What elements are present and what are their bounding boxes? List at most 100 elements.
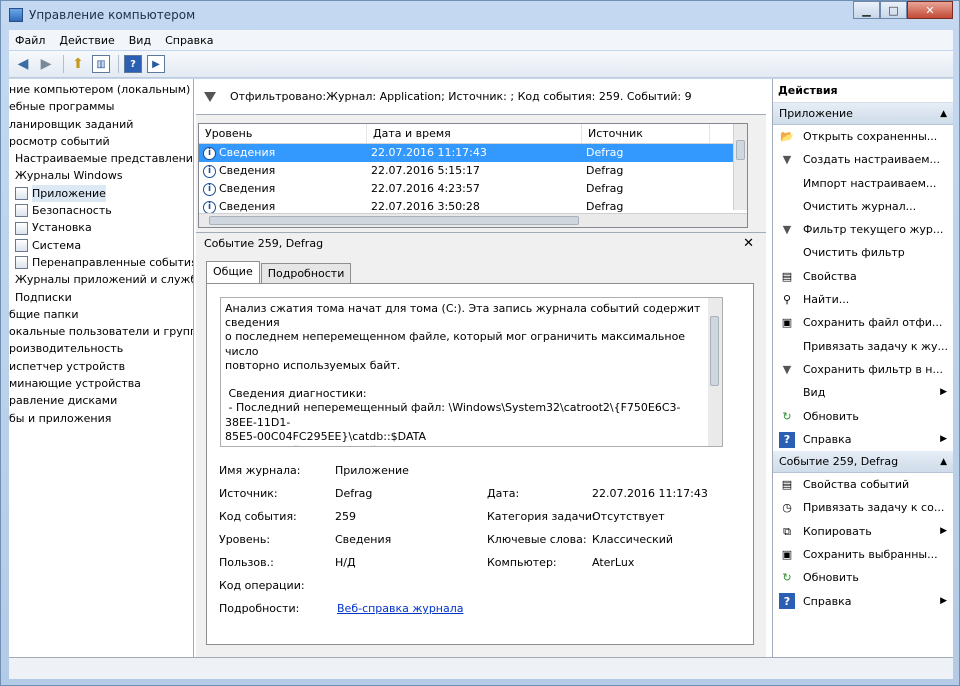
action-item[interactable]: ▼ Создать настраиваем... xyxy=(773,148,953,171)
menu-view[interactable]: Вид xyxy=(129,34,151,47)
action-item[interactable]: Вид ▶ xyxy=(773,381,953,404)
action-item[interactable]: ? Справка ▶ xyxy=(773,590,953,613)
column-source[interactable]: Источник xyxy=(582,124,710,143)
action-item[interactable]: ▤ Свойства xyxy=(773,265,953,288)
menu-file[interactable]: Файл xyxy=(15,34,45,47)
main-content: ние компьютером (локальным) ебные програм… xyxy=(9,79,953,657)
action-item[interactable]: ? Справка ▶ xyxy=(773,428,953,451)
blank-icon xyxy=(779,385,795,401)
toolbar: ◀ ▶ ⬆ ▥ ? ▶ xyxy=(9,51,953,78)
tree-node-label: Настраиваемые представления xyxy=(15,152,194,166)
collapse-icon: ▲ xyxy=(940,109,947,119)
up-folder-button[interactable]: ⬆ xyxy=(68,54,88,74)
scroll-thumb[interactable] xyxy=(209,216,579,225)
properties-icon: ▤ xyxy=(781,269,793,283)
action-item[interactable]: ◷ Привязать задачу к со... xyxy=(773,496,953,519)
collapse-icon: ▲ xyxy=(940,457,947,468)
tree-node[interactable]: Безопасность xyxy=(9,202,193,219)
section-title: Событие 259, Defrag xyxy=(779,455,899,469)
action-item[interactable]: ▼ Фильтр текущего жур... xyxy=(773,218,953,241)
tree-node[interactable]: ланировщик заданий xyxy=(9,116,193,133)
help-icon: ? xyxy=(779,593,795,610)
tree-node[interactable]: ебные программы xyxy=(9,98,193,115)
action-item[interactable]: ▤ Свойства событий xyxy=(773,473,953,496)
action-pane-button[interactable]: ▶ xyxy=(146,54,166,74)
menu-help[interactable]: Справка xyxy=(165,34,213,47)
event-message[interactable]: Анализ сжатия тома начат для тома (C:). … xyxy=(220,297,723,447)
action-item[interactable]: Импорт настраиваем... xyxy=(773,172,953,195)
online-help-link[interactable]: Веб-справка журнала xyxy=(337,602,464,618)
action-item[interactable]: 📂 Открыть сохраненны... xyxy=(773,125,953,148)
tree-node-label: Безопасность xyxy=(32,204,112,218)
tree-node[interactable]: бщие папки xyxy=(9,306,193,323)
menu-action[interactable]: Действие xyxy=(59,34,114,47)
action-item[interactable]: ▣ Сохранить файл отфи... xyxy=(773,311,953,334)
action-item[interactable]: Привязать задачу к жу... xyxy=(773,335,953,358)
tree-node[interactable]: Перенаправленные события xyxy=(9,254,193,271)
tab-details[interactable]: Подробности xyxy=(260,263,352,283)
action-label: Свойства xyxy=(803,269,857,283)
action-item[interactable]: Очистить фильтр xyxy=(773,241,953,264)
action-item[interactable]: ▣ Сохранить выбранны... xyxy=(773,543,953,566)
actions-section-application[interactable]: Приложение ▲ xyxy=(773,103,953,125)
tree-node[interactable]: равление дисками xyxy=(9,392,193,409)
tree-node-label: бы и приложения xyxy=(9,411,112,425)
tree-node[interactable]: росмотр событий xyxy=(9,133,193,150)
action-item[interactable]: ↻ Обновить xyxy=(773,566,953,589)
message-scrollbar[interactable] xyxy=(708,298,722,446)
tree-node[interactable]: Настраиваемые представления xyxy=(9,150,193,167)
tree-node-label: Система xyxy=(32,238,82,252)
table-row[interactable]: i Сведения 22.07.2016 5:15:17 Defrag xyxy=(199,162,747,180)
tree-node[interactable]: Подписки xyxy=(9,289,193,306)
tree-node-label: Приложение xyxy=(32,184,106,203)
tree-node[interactable]: Установка xyxy=(9,219,193,236)
action-item[interactable]: ⚲ Найти... xyxy=(773,288,953,311)
forward-button[interactable]: ▶ xyxy=(36,54,56,74)
level-text: Сведения xyxy=(219,164,276,177)
level-cell: i Сведения xyxy=(199,180,367,198)
events-list[interactable]: Уровень Дата и время Источник i Сведения 2… xyxy=(198,123,748,228)
tree-node[interactable]: ние компьютером (локальным) xyxy=(9,81,193,98)
tree-node[interactable]: минающие устройства xyxy=(9,375,193,392)
tab-general[interactable]: Общие xyxy=(206,261,260,283)
maximize-button[interactable]: □ xyxy=(880,1,907,19)
date-cell: 22.07.2016 11:17:43 xyxy=(371,146,487,159)
action-item[interactable]: ↻ Обновить xyxy=(773,405,953,428)
tree-node[interactable]: бы и приложения xyxy=(9,410,193,427)
show-hide-tree-button[interactable]: ▥ xyxy=(91,54,111,74)
events-horizontal-scrollbar[interactable] xyxy=(199,213,747,227)
general-tab-panel: Анализ сжатия тома начат для тома (C:). … xyxy=(206,283,754,645)
action-item[interactable]: ⧉ Копировать ▶ xyxy=(773,520,953,543)
tree-node[interactable]: Приложение xyxy=(9,184,193,203)
table-row[interactable]: i Сведения 22.07.2016 4:23:57 Defrag xyxy=(199,180,747,198)
toolbar-separator xyxy=(63,55,64,73)
action-label: Сохранить выбранны... xyxy=(803,548,938,562)
center-pane: Отфильтровано:Журнал: Application; Источ… xyxy=(196,79,766,657)
close-window-button[interactable]: ✕ xyxy=(907,1,953,19)
action-item[interactable]: Очистить журнал... xyxy=(773,195,953,218)
title-bar[interactable]: Управление компьютером ▁ □ ✕ xyxy=(1,1,959,29)
binoculars-icon: ⚲ xyxy=(782,293,792,307)
scroll-thumb[interactable] xyxy=(710,316,719,386)
date-value: 22.07.2016 11:17:43 xyxy=(592,487,708,500)
tree-node[interactable]: Система xyxy=(9,237,193,254)
events-vertical-scrollbar[interactable] xyxy=(733,124,747,210)
tree-node-label: Перенаправленные события xyxy=(32,255,194,269)
column-level[interactable]: Уровень xyxy=(199,124,367,143)
action-item[interactable]: ▼ Сохранить фильтр в н... xyxy=(773,358,953,381)
tree-node[interactable]: Журналы приложений и служб xyxy=(9,271,193,288)
tree-node[interactable]: Журналы Windows xyxy=(9,167,193,184)
source-label: Источник: xyxy=(219,487,278,500)
actions-section-event[interactable]: Событие 259, Defrag ▲ xyxy=(773,451,953,474)
level-value: Сведения xyxy=(335,533,392,546)
tree-node[interactable]: испетчер устройств xyxy=(9,358,193,375)
close-detail-button[interactable]: ✕ xyxy=(743,233,754,255)
help-button[interactable]: ? xyxy=(123,54,143,74)
tree-node[interactable]: роизводительность xyxy=(9,340,193,357)
column-date[interactable]: Дата и время xyxy=(367,124,582,143)
tree-node[interactable]: окальные пользователи и группы xyxy=(9,323,193,340)
scroll-thumb[interactable] xyxy=(736,140,745,160)
table-row[interactable]: i Сведения 22.07.2016 11:17:43 Defrag xyxy=(199,144,747,162)
back-button[interactable]: ◀ xyxy=(13,54,33,74)
minimize-button[interactable]: ▁ xyxy=(853,1,880,19)
